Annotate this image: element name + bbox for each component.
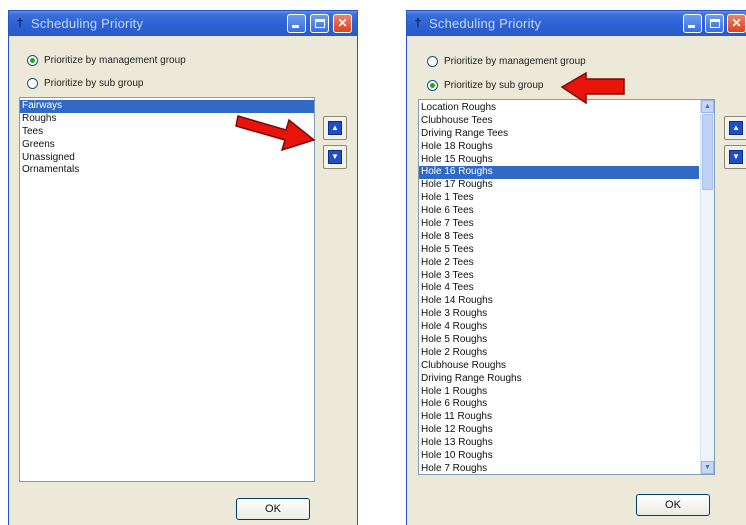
move-down-button[interactable]: ▼ [724,145,746,169]
list-item[interactable]: Hole 5 Roughs [419,334,699,347]
list-item[interactable]: Hole 17 Roughs [419,179,699,192]
list-item[interactable]: Hole 14 Roughs [419,295,699,308]
list-item[interactable]: Hole 4 Tees [419,282,699,295]
triangle-down-icon: ▼ [729,150,743,164]
title-bar[interactable]: † Scheduling Priority ✕ [9,11,357,36]
close-button[interactable]: ✕ [727,14,746,33]
list-item[interactable]: Hole 11 Roughs [419,411,699,424]
pin-icon: † [414,16,422,30]
close-icon: ✕ [337,16,348,30]
list-item[interactable]: Hole 7 Roughs [419,463,699,474]
list-item[interactable]: Hole 8 Tees [419,231,699,244]
list-item[interactable]: Hole 6 Tees [419,205,699,218]
triangle-down-icon: ▼ [328,150,342,164]
radio-label: Prioritize by management group [444,56,586,67]
list-item[interactable]: Hole 2 Tees [419,257,699,270]
radio-label: Prioritize by sub group [444,80,544,91]
list-item[interactable]: Clubhouse Tees [419,115,699,128]
radio-button[interactable] [427,80,438,91]
minimize-icon [292,25,299,28]
title-bar[interactable]: † Scheduling Priority ✕ [407,11,746,36]
maximize-button[interactable] [310,14,329,33]
radio-label: Prioritize by management group [44,55,186,66]
vertical-scrollbar[interactable]: ▲ ▼ [700,100,714,474]
list-item[interactable]: Hole 7 Tees [419,218,699,231]
maximize-button[interactable] [705,14,724,33]
window-title: Scheduling Priority [31,16,144,31]
triangle-up-icon: ▲ [328,121,342,135]
list-item[interactable]: Hole 3 Tees [419,270,699,283]
radio-management-group[interactable]: Prioritize by management group [27,55,186,66]
red-arrow-icon [560,71,625,105]
list-item[interactable]: Hole 12 Roughs [419,424,699,437]
scheduling-priority-window-management: † Scheduling Priority ✕ Prioritize by ma… [8,10,358,525]
minimize-button[interactable] [683,14,702,33]
maximize-icon [315,19,325,28]
move-up-button[interactable]: ▲ [724,116,746,140]
list-item[interactable]: Hole 1 Tees [419,192,699,205]
list-item[interactable]: Driving Range Roughs [419,373,699,386]
list-item[interactable]: Ornamentals [20,164,314,177]
list-item[interactable]: Unassigned [20,152,314,165]
radio-button[interactable] [427,56,438,67]
scroll-up-icon[interactable]: ▲ [701,100,714,113]
list-item[interactable]: Driving Range Tees [419,128,699,141]
radio-button[interactable] [27,55,38,66]
list-items: Location Roughs Clubhouse Tees Driving Ran… [419,102,699,474]
list-item[interactable]: Clubhouse Roughs [419,360,699,373]
priority-list[interactable]: Fairways Roughs Tees Greens Unassigned Orname… [19,97,315,482]
radio-sub-group[interactable]: Prioritize by sub group [27,78,144,89]
list-item[interactable]: Hole 10 Roughs [419,450,699,463]
ok-button[interactable]: OK [636,494,710,516]
window-title: Scheduling Priority [429,16,542,31]
scroll-down-icon[interactable]: ▼ [701,461,714,474]
red-arrow-icon [235,115,316,152]
move-up-button[interactable]: ▲ [323,116,347,140]
close-button[interactable]: ✕ [333,14,352,33]
list-item[interactable]: Hole 16 Roughs [419,166,699,180]
list-item[interactable]: Hole 3 Roughs [419,308,699,321]
close-icon: ✕ [731,16,742,30]
list-item[interactable]: Hole 6 Roughs [419,398,699,411]
list-item[interactable]: Hole 18 Roughs [419,141,699,154]
radio-label: Prioritize by sub group [44,78,144,89]
list-item[interactable]: Location Roughs [419,102,699,115]
move-down-button[interactable]: ▼ [323,145,347,169]
minimize-icon [688,25,695,28]
list-item[interactable]: Hole 5 Tees [419,244,699,257]
list-item[interactable]: Hole 15 Roughs [419,154,699,167]
radio-management-group[interactable]: Prioritize by management group [427,56,586,67]
list-item[interactable]: Hole 4 Roughs [419,321,699,334]
priority-list[interactable]: Location Roughs Clubhouse Tees Driving Ran… [418,99,715,475]
radio-button[interactable] [27,78,38,89]
minimize-button[interactable] [287,14,306,33]
maximize-icon [710,19,720,28]
radio-sub-group[interactable]: Prioritize by sub group [427,80,544,91]
list-item[interactable]: Hole 13 Roughs [419,437,699,450]
triangle-up-icon: ▲ [729,121,743,135]
list-item[interactable]: Hole 2 Roughs [419,347,699,360]
pin-icon: † [16,16,24,30]
ok-button[interactable]: OK [236,498,310,520]
scroll-thumb[interactable] [702,114,713,190]
list-item[interactable]: Hole 1 Roughs [419,386,699,399]
